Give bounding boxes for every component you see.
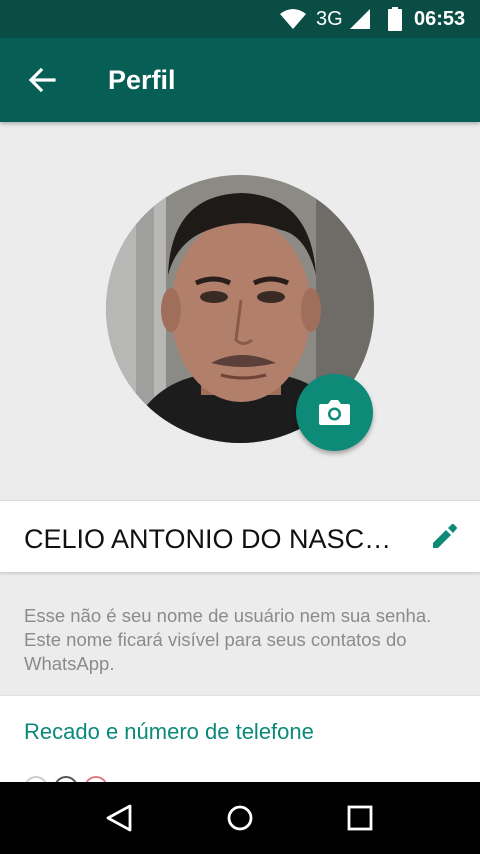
wifi-icon bbox=[280, 9, 306, 29]
recents-square-icon[interactable] bbox=[344, 802, 376, 834]
about-section[interactable]: Recado e número de telefone bbox=[0, 695, 480, 800]
pencil-icon[interactable] bbox=[431, 524, 457, 550]
back-triangle-icon[interactable] bbox=[104, 802, 136, 834]
network-type: 3G bbox=[316, 8, 343, 30]
status-bar: 3G 06:53 bbox=[0, 0, 480, 38]
name-row[interactable]: CELIO ANTONIO DO NASCI… bbox=[0, 500, 480, 573]
arrow-left-icon[interactable] bbox=[28, 66, 56, 94]
app-bar: Perfil bbox=[0, 38, 480, 122]
battery-icon bbox=[388, 7, 402, 31]
about-heading: Recado e número de telefone bbox=[24, 719, 314, 744]
camera-icon bbox=[319, 400, 350, 425]
signal-icon bbox=[350, 9, 370, 29]
profile-name: CELIO ANTONIO DO NASCI… bbox=[24, 524, 396, 554]
name-hint-text: Esse não é seu nome de usuário nem sua s… bbox=[24, 605, 432, 674]
avatar-section bbox=[106, 175, 374, 451]
page-title: Perfil bbox=[108, 65, 176, 95]
system-nav-bar bbox=[0, 782, 480, 854]
change-photo-button[interactable] bbox=[296, 374, 373, 451]
clock: 06:53 bbox=[414, 8, 466, 30]
home-circle-icon[interactable] bbox=[224, 802, 256, 834]
